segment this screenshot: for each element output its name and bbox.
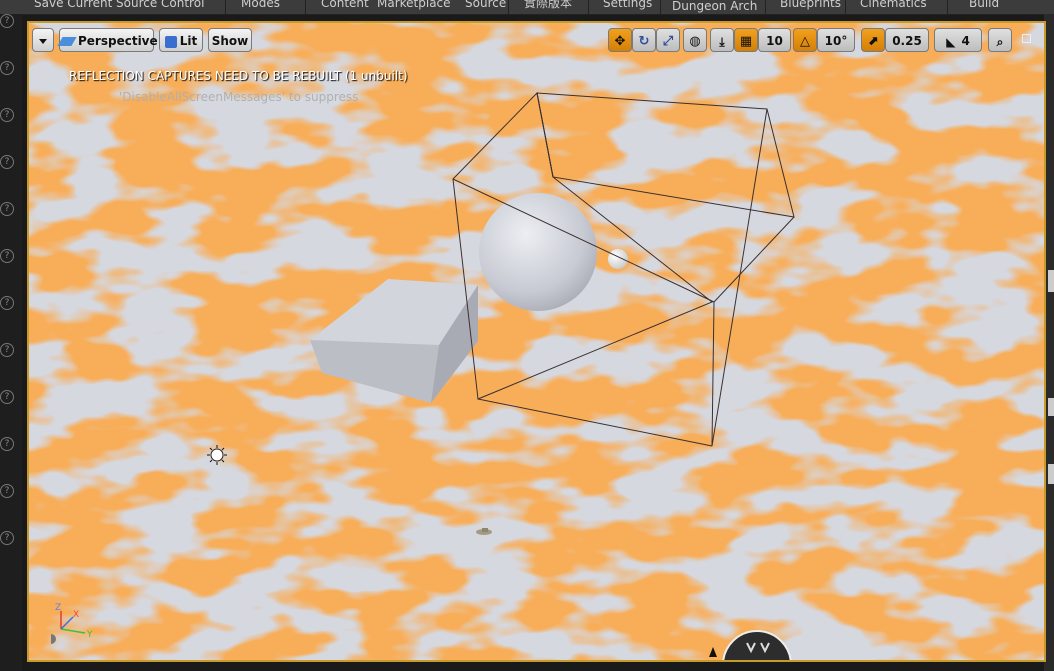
help-icon — [51, 634, 56, 644]
search-button[interactable]: ⌕ — [988, 28, 1012, 52]
help-icon[interactable]: ? — [0, 531, 14, 545]
scale-tool-button[interactable]: ⤢ — [656, 28, 680, 52]
lava-floor — [29, 23, 1044, 660]
scrollbar-mark — [1048, 464, 1054, 484]
camera-speed-button[interactable]: ◣ 4 — [934, 28, 982, 52]
scrollbar-mark — [1048, 270, 1054, 292]
help-icon[interactable]: ? — [0, 390, 14, 404]
angle-icon: △ — [800, 33, 810, 49]
show-button[interactable]: Show — [208, 28, 252, 52]
source-button[interactable]: Source — [465, 0, 506, 14]
translate-tool-button[interactable]: ✥ — [608, 28, 632, 52]
show-label: Show — [211, 34, 249, 48]
help-icon[interactable]: ? — [0, 296, 14, 310]
blueprints-button[interactable]: Blueprints — [780, 0, 841, 14]
dungeon-arch-button[interactable]: Dungeon Arch — [672, 0, 757, 14]
lit-label: Lit — [179, 34, 198, 48]
grid-icon: ▦ — [739, 33, 753, 49]
reflection-capture-sphere[interactable] — [608, 249, 628, 269]
level-viewport[interactable]: Perspective Lit Show ✥ ↻ ⤢ ◍ ⤓ ▦ 10 △ 10… — [27, 21, 1046, 662]
grid-snap-label: 10 — [766, 34, 783, 48]
camera-speed-label: 4 — [961, 34, 970, 48]
world-local-toggle[interactable]: ◍ — [683, 28, 707, 52]
sphere-mesh[interactable] — [479, 193, 597, 311]
axis-gizmo: Z X Y — [51, 603, 93, 644]
content-button[interactable]: Content — [321, 0, 369, 14]
perspective-label: Perspective — [78, 34, 158, 48]
settings-button[interactable]: Settings — [603, 0, 652, 14]
rotate-tool-button[interactable]: ↻ — [632, 28, 656, 52]
rotation-snap-label: 10° — [824, 34, 848, 48]
source-control-button[interactable]: Source Control — [116, 0, 204, 14]
help-icon[interactable]: ? — [0, 202, 14, 216]
scene-render[interactable] — [29, 23, 1044, 660]
marketplace-button[interactable]: Marketplace — [377, 0, 451, 14]
scale-snap-toggle[interactable]: ⬈ — [861, 28, 885, 52]
editor-toolbar: Save Current Source Control Modes Conten… — [0, 0, 1054, 15]
help-icon[interactable]: ? — [0, 61, 14, 75]
surface-snapping-button[interactable]: ⤓ — [710, 28, 734, 52]
move-arrows-icon: ✥ — [614, 33, 626, 49]
left-panel-strip: ? ? ? ? ? ? ? ? ? ? ? ? — [0, 14, 22, 671]
rotation-snap-toggle[interactable]: △ — [793, 28, 817, 52]
axis-y-label: Y — [86, 630, 93, 640]
help-icon[interactable]: ? — [0, 249, 14, 263]
scrollbar-mark — [1048, 398, 1054, 416]
rotation-snap-value[interactable]: 10° — [817, 28, 855, 52]
modes-button[interactable]: Modes — [241, 0, 280, 14]
viewport-toolbar: Perspective Lit Show ✥ ↻ ⤢ ◍ ⤓ ▦ 10 △ 10… — [29, 23, 1044, 57]
camera-speed-icon: ◣ — [946, 34, 956, 49]
save-current-button[interactable]: Save Current — [34, 0, 112, 14]
scale-snap-value[interactable]: 0.25 — [885, 28, 929, 52]
help-icon[interactable]: ? — [0, 484, 14, 498]
light-source-icon[interactable] — [207, 445, 227, 465]
reflection-warning-message: REFLECTION CAPTURES NEED TO BE REBUILT (… — [69, 69, 408, 83]
help-icon[interactable]: ? — [0, 343, 14, 357]
suppress-hint-message: 'DisableAllScreenMessages' to suppress — [119, 90, 359, 104]
grid-snap-toggle[interactable]: ▦ — [734, 28, 758, 52]
build-button[interactable]: Build — [969, 0, 999, 14]
help-icon[interactable]: ? — [0, 14, 14, 28]
surface-snap-icon: ⤓ — [719, 34, 725, 49]
axis-z-label: Z — [55, 603, 61, 613]
view-mode-lit-button[interactable]: Lit — [159, 28, 203, 52]
perspective-button[interactable]: Perspective — [57, 28, 158, 52]
grid-snap-value[interactable]: 10 — [758, 28, 791, 52]
lit-cube-icon — [164, 35, 177, 48]
scale-snap-label: 0.25 — [892, 34, 922, 48]
help-icon[interactable]: ? — [0, 437, 14, 451]
scale-arrows-icon: ⤢ — [662, 33, 674, 49]
perspective-icon — [57, 37, 77, 46]
version-button[interactable]: 實際版本 — [524, 0, 572, 14]
scale-snap-icon: ⬈ — [867, 33, 879, 49]
axis-x-label: X — [73, 610, 79, 620]
rotate-icon: ↻ — [638, 33, 650, 49]
chevron-down-icon — [39, 39, 47, 44]
search-icon: ⌕ — [996, 34, 1004, 49]
maximize-viewport-icon[interactable] — [1022, 34, 1031, 43]
help-icon[interactable]: ? — [0, 155, 14, 169]
cinematics-button[interactable]: Cinematics — [860, 0, 927, 14]
globe-icon: ◍ — [689, 33, 701, 49]
viewport-options-button[interactable] — [32, 28, 54, 52]
help-icon[interactable]: ? — [0, 108, 14, 122]
